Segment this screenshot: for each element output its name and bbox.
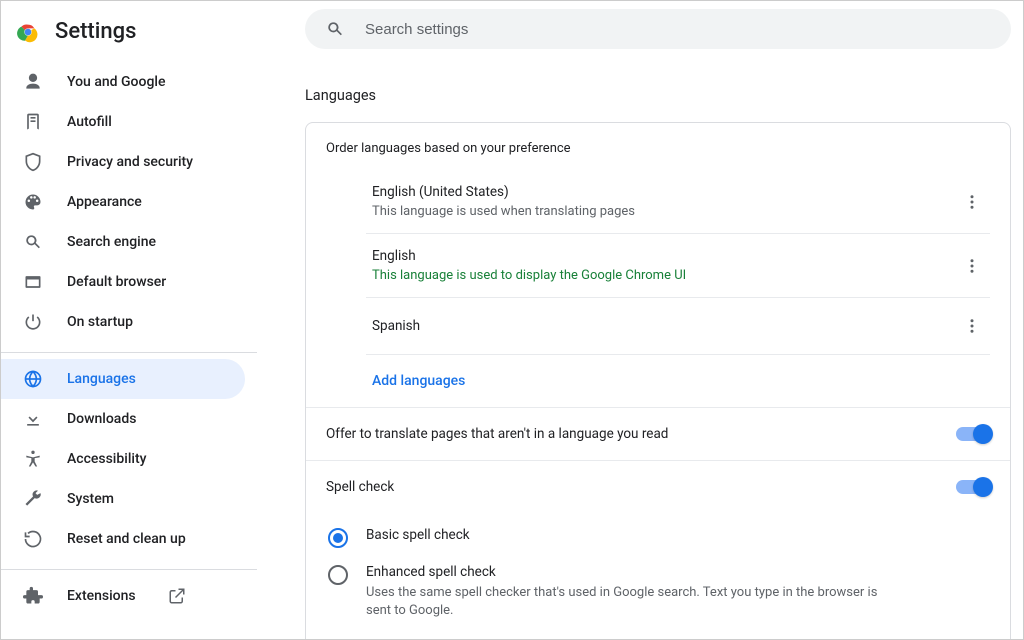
sidebar-item-reset[interactable]: Reset and clean up	[1, 519, 245, 559]
settings-title: Settings	[55, 19, 136, 44]
divider	[1, 569, 257, 570]
language-row: English This language is used to display…	[366, 234, 990, 298]
chrome-logo-icon	[17, 21, 39, 43]
radio-sub: Uses the same spell checker that's used …	[366, 584, 896, 620]
sidebar-item-label: Appearance	[67, 194, 142, 210]
language-subtitle: This language is used to display the Goo…	[372, 268, 686, 283]
language-more-button[interactable]	[958, 312, 986, 340]
restore-icon	[23, 529, 43, 549]
sidebar-item-label: Reset and clean up	[67, 531, 186, 547]
extension-icon	[23, 586, 43, 606]
sidebar-item-privacy[interactable]: Privacy and security	[1, 142, 245, 182]
radio-icon	[328, 528, 348, 548]
more-vert-icon	[963, 193, 981, 211]
divider	[1, 352, 257, 353]
sidebar-item-languages[interactable]: Languages	[1, 359, 245, 399]
spellcheck-options: Basic spell check Enhanced spell check U…	[306, 513, 1010, 639]
sidebar-item-appearance[interactable]: Appearance	[1, 182, 245, 222]
sidebar: Settings You and Google Autofill Privacy…	[1, 1, 257, 639]
language-name: Spanish	[372, 318, 420, 334]
radio-icon	[328, 565, 348, 585]
autofill-icon	[23, 112, 43, 132]
sidebar-item-you-and-google[interactable]: You and Google	[1, 62, 245, 102]
power-icon	[23, 312, 43, 332]
wrench-icon	[23, 489, 43, 509]
sidebar-item-label: On startup	[67, 314, 133, 330]
language-info: English (United States) This language is…	[372, 184, 635, 219]
sidebar-item-label: Accessibility	[67, 451, 146, 467]
sidebar-item-on-startup[interactable]: On startup	[1, 302, 245, 342]
browser-icon	[23, 272, 43, 292]
spellcheck-option-enhanced[interactable]: Enhanced spell check Uses the same spell…	[326, 556, 990, 628]
sidebar-item-label: Extensions	[67, 588, 136, 604]
more-vert-icon	[963, 257, 981, 275]
spellcheck-label: Spell check	[326, 479, 394, 495]
sidebar-item-downloads[interactable]: Downloads	[1, 399, 245, 439]
language-info: English This language is used to display…	[372, 248, 686, 283]
order-section: Order languages based on your preference	[306, 123, 1010, 170]
radio-label: Enhanced spell check	[366, 564, 896, 580]
sidebar-item-label: Default browser	[67, 274, 166, 290]
spellcheck-toggle[interactable]	[956, 480, 990, 494]
sidebar-item-default-browser[interactable]: Default browser	[1, 262, 245, 302]
language-row: English (United States) This language is…	[366, 170, 990, 234]
language-more-button[interactable]	[958, 188, 986, 216]
search-icon	[325, 19, 345, 39]
language-subtitle: This language is used when translating p…	[372, 204, 635, 219]
language-more-button[interactable]	[958, 252, 986, 280]
radio-text: Enhanced spell check Uses the same spell…	[366, 564, 896, 620]
sidebar-item-label: System	[67, 491, 114, 507]
more-vert-icon	[963, 317, 981, 335]
add-languages-button[interactable]: Add languages	[306, 355, 1010, 407]
shield-icon	[23, 152, 43, 172]
sidebar-item-extensions[interactable]: Extensions	[1, 576, 257, 616]
nav: You and Google Autofill Privacy and secu…	[1, 62, 257, 616]
language-info: Spanish	[372, 318, 420, 334]
sidebar-item-label: Privacy and security	[67, 154, 193, 170]
spellcheck-row: Spell check	[306, 460, 1010, 513]
brand: Settings	[1, 9, 257, 62]
translate-toggle[interactable]	[956, 427, 990, 441]
sidebar-item-label: Downloads	[67, 411, 136, 427]
search-settings[interactable]	[305, 9, 1011, 49]
radio-label: Basic spell check	[366, 527, 470, 543]
main: Languages Order languages based on your …	[257, 1, 1023, 639]
language-list: English (United States) This language is…	[306, 170, 1010, 355]
download-icon	[23, 409, 43, 429]
sidebar-item-label: You and Google	[67, 74, 165, 90]
page-title: Languages	[305, 87, 1011, 104]
sidebar-item-accessibility[interactable]: Accessibility	[1, 439, 245, 479]
translate-label: Offer to translate pages that aren't in …	[326, 426, 668, 442]
palette-icon	[23, 192, 43, 212]
languages-card: Order languages based on your preference…	[305, 122, 1011, 639]
app-root: Settings You and Google Autofill Privacy…	[1, 1, 1023, 639]
language-name: English (United States)	[372, 184, 635, 200]
sidebar-item-search-engine[interactable]: Search engine	[1, 222, 245, 262]
sidebar-item-autofill[interactable]: Autofill	[1, 102, 245, 142]
search-icon	[23, 232, 43, 252]
globe-icon	[23, 369, 43, 389]
spellcheck-option-basic[interactable]: Basic spell check	[326, 519, 990, 556]
radio-text: Basic spell check	[366, 527, 470, 543]
language-name: English	[372, 248, 686, 264]
translate-row: Offer to translate pages that aren't in …	[306, 407, 1010, 460]
sidebar-item-system[interactable]: System	[1, 479, 245, 519]
sidebar-item-label: Autofill	[67, 114, 112, 130]
accessibility-icon	[23, 449, 43, 469]
language-row: Spanish	[366, 298, 990, 355]
open-in-new-icon	[168, 587, 186, 605]
search-input[interactable]	[365, 21, 991, 38]
order-section-title: Order languages based on your preference	[326, 141, 990, 156]
sidebar-item-label: Search engine	[67, 234, 156, 250]
person-icon	[23, 72, 43, 92]
sidebar-item-label: Languages	[67, 371, 136, 387]
